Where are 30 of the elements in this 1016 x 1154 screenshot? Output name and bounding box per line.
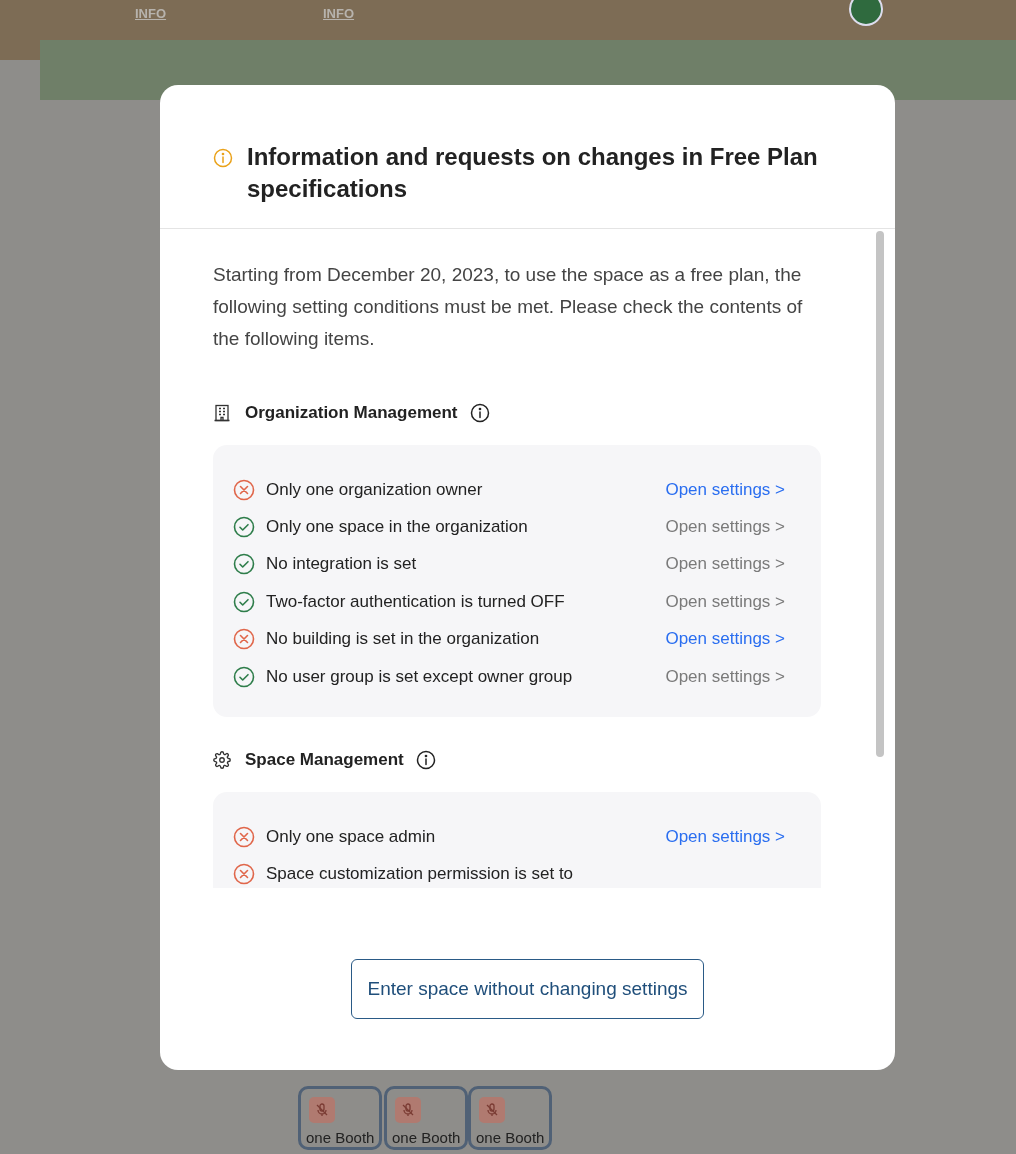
open-settings-link[interactable]: Open settings >: [665, 479, 785, 500]
info-link[interactable]: INFO: [135, 6, 167, 21]
booth-name: one Booth: [391, 1129, 462, 1146]
open-settings-link[interactable]: Open settings >: [665, 827, 785, 848]
info-icon[interactable]: [469, 403, 490, 423]
booth-tile[interactable]: one Booth: [468, 1086, 552, 1150]
requirement-text: No building is set in the organization: [266, 629, 541, 650]
booth-tile[interactable]: one Booth: [298, 1086, 382, 1150]
section-heading: Space Management: [245, 750, 404, 771]
requirement-text: Space customization permission is set to: [266, 864, 575, 885]
building-icon: [213, 404, 231, 422]
intro-paragraph: Starting from December 20, 2023, to use the space as a free plan, the following setting conditions must be met. Please check the contents of the following items.: [213, 263, 804, 351]
requirement-text: No user group is set except owner group: [266, 666, 574, 687]
scrollbar-thumb[interactable]: [876, 231, 884, 757]
requirement-text: Only one organization owner: [266, 479, 484, 500]
info-icon[interactable]: [415, 750, 436, 771]
section-heading: Organization Management: [245, 403, 458, 423]
requirement-text: Only one space in the organization: [266, 517, 529, 538]
requirement-text: Two-factor authentication is turned OFF: [266, 591, 566, 612]
open-settings-link[interactable]: Open settings >: [665, 629, 785, 650]
booth-tile[interactable]: one Booth: [384, 1086, 468, 1150]
info-icon: [213, 148, 233, 168]
requirement-text: No integration is set: [266, 554, 418, 575]
booth-name: one Booth: [475, 1129, 546, 1146]
enter-space-button[interactable]: Enter space without changing settings: [351, 959, 704, 1019]
requirement-text: Only one space admin: [266, 827, 437, 848]
dialog-title: Information and requests on changes in Free Plan specifications: [247, 142, 819, 204]
booth-name: one Booth: [305, 1129, 376, 1146]
gear-icon: [213, 751, 231, 770]
info-link[interactable]: INFO: [323, 6, 355, 21]
